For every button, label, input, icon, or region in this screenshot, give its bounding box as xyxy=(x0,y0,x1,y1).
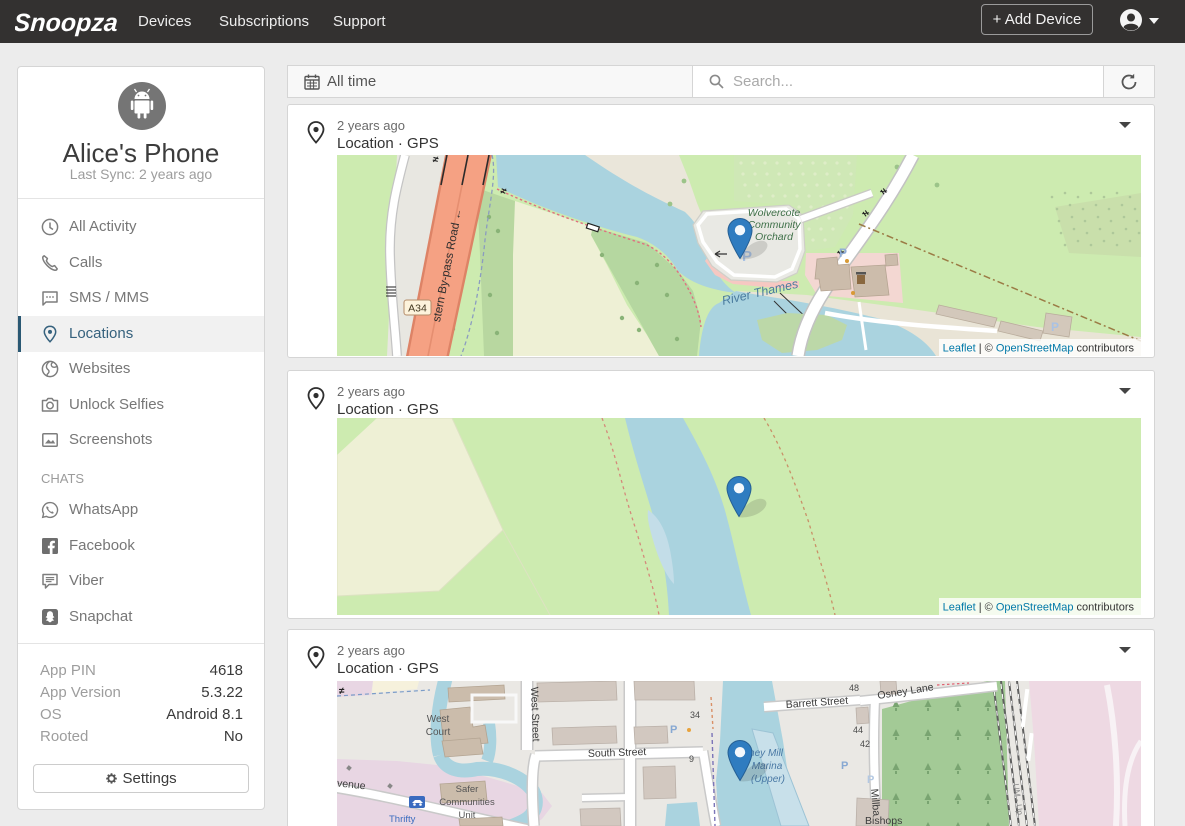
svg-text:48: 48 xyxy=(849,683,859,693)
svg-text:Bishops: Bishops xyxy=(865,815,902,826)
svg-text:Wolvercote: Wolvercote xyxy=(748,207,801,219)
svg-text:West: West xyxy=(427,714,450,725)
svg-text:West Street: West Street xyxy=(528,687,542,742)
svg-text:34: 34 xyxy=(690,710,700,720)
svg-text:South Street: South Street xyxy=(588,746,647,760)
svg-text:Communities: Communities xyxy=(439,797,495,808)
svg-text:Court: Court xyxy=(426,727,451,738)
svg-text:Safer: Safer xyxy=(456,784,479,795)
svg-text:Leaflet | © OpenStreetMap cont: Leaflet | © OpenStreetMap contributors xyxy=(943,602,1135,614)
svg-text:Unit: Unit xyxy=(459,810,476,821)
svg-text:Millba: Millba xyxy=(868,788,882,817)
svg-text:P: P xyxy=(670,724,677,736)
svg-text:P: P xyxy=(841,760,848,772)
svg-text:P: P xyxy=(867,774,874,786)
svg-text:44: 44 xyxy=(853,725,863,735)
svg-text:Snoopza: Snoopza xyxy=(15,9,119,37)
svg-text:A34: A34 xyxy=(408,303,427,315)
svg-text:Community: Community xyxy=(747,219,801,231)
svg-text:P: P xyxy=(1051,320,1059,334)
svg-text:42: 42 xyxy=(860,739,870,749)
svg-text:Thrifty: Thrifty xyxy=(389,814,416,825)
svg-text:≠: ≠ xyxy=(339,686,345,697)
svg-text:9: 9 xyxy=(689,754,694,764)
svg-text:ney Mill: ney Mill xyxy=(749,748,784,759)
svg-text:Leaflet | © OpenStreetMap cont: Leaflet | © OpenStreetMap contributors xyxy=(943,343,1135,355)
svg-text:P: P xyxy=(839,246,847,260)
